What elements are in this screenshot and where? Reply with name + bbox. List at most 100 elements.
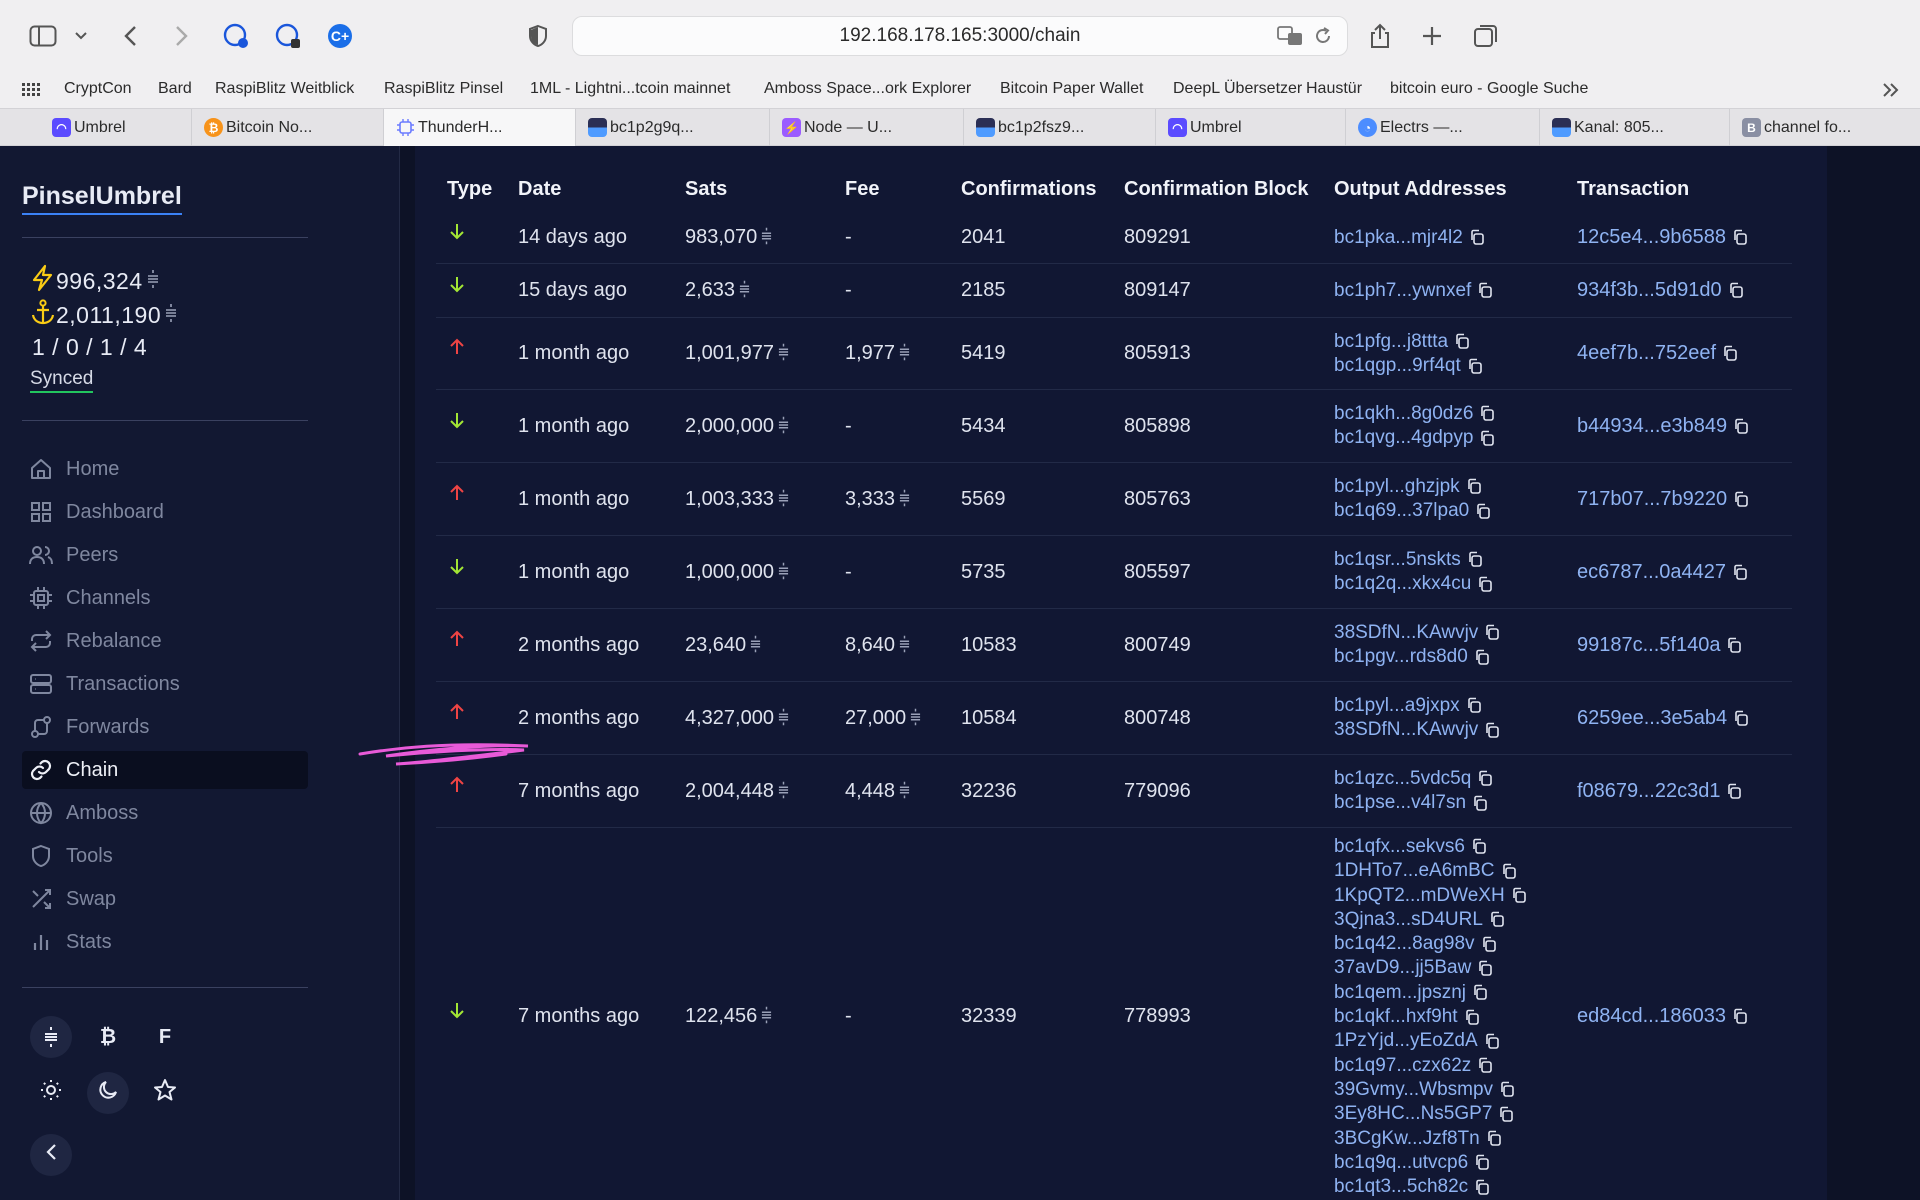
output-address[interactable]: bc1qt3...5ch82c xyxy=(1334,1175,1527,1199)
chevron-down-icon[interactable] xyxy=(72,18,90,54)
copy-icon[interactable] xyxy=(1484,722,1500,739)
copy-icon[interactable] xyxy=(1501,863,1517,880)
copy-icon[interactable] xyxy=(1732,229,1748,246)
browser-tab[interactable]: ◠ Umbrel xyxy=(1156,109,1346,146)
new-tab-icon[interactable] xyxy=(1420,18,1444,54)
copy-icon[interactable] xyxy=(1474,649,1490,666)
nav-swap[interactable]: Swap xyxy=(22,880,308,918)
output-address-link[interactable]: 1PzYjd...yEoZdA xyxy=(1334,1030,1478,1051)
bookmark-item[interactable]: CryptCon xyxy=(64,80,132,98)
output-address-link[interactable]: bc1ph7...ywnxef xyxy=(1334,280,1471,301)
copy-icon[interactable] xyxy=(1481,936,1497,953)
output-address[interactable]: bc1qgp...9rf4qt xyxy=(1334,354,1483,378)
copy-icon[interactable] xyxy=(1464,1009,1480,1026)
output-address-link[interactable]: 3Qjna3...sD4URL xyxy=(1334,909,1483,930)
extension-password-icon[interactable] xyxy=(272,18,304,54)
copy-icon[interactable] xyxy=(1728,282,1744,299)
light-theme-button[interactable] xyxy=(30,1072,72,1114)
output-address[interactable]: bc1pse...v4l7sn xyxy=(1334,791,1493,815)
output-address-link[interactable]: bc1qfx...sekvs6 xyxy=(1334,836,1465,857)
output-address[interactable]: 38SDfN...KAwvjv xyxy=(1334,718,1500,742)
output-address-link[interactable]: bc1pyl...a9jxpx xyxy=(1334,695,1460,716)
copy-icon[interactable] xyxy=(1477,282,1493,299)
transaction-cell[interactable]: 12c5e4...9b6588 xyxy=(1577,226,1748,249)
output-address[interactable]: bc1q69...37lpa0 xyxy=(1334,499,1491,523)
output-address-link[interactable]: 38SDfN...KAwvjv xyxy=(1334,719,1478,740)
copy-icon[interactable] xyxy=(1454,333,1470,350)
output-address[interactable]: bc1pyl...a9jxpx xyxy=(1334,694,1500,718)
copy-icon[interactable] xyxy=(1466,478,1482,495)
browser-tab-active[interactable]: ThunderH... xyxy=(384,109,576,146)
output-address[interactable]: 38SDfN...KAwvjv xyxy=(1334,621,1500,645)
url-text[interactable]: 192.168.178.165:3000/chain xyxy=(840,25,1081,47)
favorite-theme-button[interactable] xyxy=(144,1072,186,1114)
transaction-cell[interactable]: 717b07...7b9220 xyxy=(1577,488,1749,511)
output-address-link[interactable]: bc1q42...8ag98v xyxy=(1334,933,1475,954)
browser-tab[interactable]: B channel fo... xyxy=(1730,109,1920,146)
copy-icon[interactable] xyxy=(1475,503,1491,520)
apps-grid-icon[interactable] xyxy=(22,83,40,102)
copy-icon[interactable] xyxy=(1733,491,1749,508)
output-address[interactable]: bc1ph7...ywnxef xyxy=(1334,279,1493,303)
transaction-cell[interactable]: 6259ee...3e5ab4 xyxy=(1577,707,1749,730)
transaction-cell[interactable]: ed84cd...186033 xyxy=(1577,1005,1748,1028)
output-address-link[interactable]: 39Gvmy...Wbsmpv xyxy=(1334,1079,1493,1100)
output-address[interactable]: bc1q97...czx62z xyxy=(1334,1054,1527,1078)
output-address-link[interactable]: 1DHTo7...eA6mBC xyxy=(1334,860,1495,881)
copy-icon[interactable] xyxy=(1484,624,1500,641)
bookmark-item[interactable]: Haustür xyxy=(1306,80,1362,98)
output-address-link[interactable]: 38SDfN...KAwvjv xyxy=(1334,622,1478,643)
output-address[interactable]: bc1qem...jpsznj xyxy=(1334,981,1527,1005)
output-address-link[interactable]: bc1pse...v4l7sn xyxy=(1334,792,1466,813)
unit-btc-button[interactable]: ₿ xyxy=(87,1016,129,1058)
browser-tab[interactable]: ₿ Bitcoin No... xyxy=(192,109,384,146)
copy-icon[interactable] xyxy=(1479,430,1495,447)
copy-icon[interactable] xyxy=(1474,1154,1490,1171)
bookmark-item[interactable]: bitcoin euro - Google Suche xyxy=(1390,80,1588,98)
bookmark-item[interactable]: RaspiBlitz Pinsel xyxy=(384,80,503,98)
output-address[interactable]: bc1pfg...j8ttta xyxy=(1334,330,1483,354)
copy-icon[interactable] xyxy=(1733,418,1749,435)
output-address-link[interactable]: bc1qvg...4gdpyp xyxy=(1334,427,1473,448)
browser-tab[interactable]: bc1p2g9q... xyxy=(576,109,770,146)
bookmark-item[interactable]: Amboss Space...ork Explorer xyxy=(764,80,971,98)
bookmark-item[interactable]: Bard xyxy=(158,80,192,98)
bookmark-item[interactable]: Bitcoin Paper Wallet xyxy=(1000,80,1143,98)
transaction-cell[interactable]: 934f3b...5d91d0 xyxy=(1577,279,1744,302)
output-address[interactable]: bc1qzc...5vdc5q xyxy=(1334,767,1493,791)
tab-overview-icon[interactable] xyxy=(1472,18,1500,54)
browser-tab[interactable]: ⚡ Node — U... xyxy=(770,109,964,146)
nav-peers[interactable]: Peers xyxy=(22,536,308,574)
output-address-link[interactable]: bc1qt3...5ch82c xyxy=(1334,1176,1468,1197)
copy-icon[interactable] xyxy=(1477,1057,1493,1074)
output-address[interactable]: bc1qkf...hxf9ht xyxy=(1334,1005,1527,1029)
copy-icon[interactable] xyxy=(1471,838,1487,855)
nav-amboss[interactable]: Amboss xyxy=(22,794,308,832)
dark-theme-button[interactable] xyxy=(87,1072,129,1114)
back-icon[interactable] xyxy=(118,18,142,54)
copy-icon[interactable] xyxy=(1477,770,1493,787)
transaction-cell[interactable]: ec6787...0a4427 xyxy=(1577,561,1748,584)
copy-icon[interactable] xyxy=(1479,405,1495,422)
output-address-link[interactable]: bc1qzc...5vdc5q xyxy=(1334,768,1471,789)
transaction-cell[interactable]: f08679...22c3d1 xyxy=(1577,780,1742,803)
more-bookmarks-icon[interactable] xyxy=(1882,82,1900,103)
output-address-link[interactable]: bc1q69...37lpa0 xyxy=(1334,500,1469,521)
output-address-link[interactable]: bc1pka...mjr4l2 xyxy=(1334,227,1463,248)
browser-tab[interactable]: ◔ Electrs —... xyxy=(1346,109,1540,146)
output-address-link[interactable]: bc1q97...czx62z xyxy=(1334,1055,1471,1076)
copy-icon[interactable] xyxy=(1466,697,1482,714)
output-address[interactable]: 3Qjna3...sD4URL xyxy=(1334,908,1527,932)
transaction-cell[interactable]: 4eef7b...752eef xyxy=(1577,342,1738,365)
output-address[interactable]: bc1qvg...4gdpyp xyxy=(1334,426,1495,450)
output-address-link[interactable]: bc1qkf...hxf9ht xyxy=(1334,1006,1458,1027)
output-address-link[interactable]: 1KpQT2...mDWeXH xyxy=(1334,885,1505,906)
browser-tab[interactable]: Kanal: 805... xyxy=(1540,109,1730,146)
url-bar[interactable]: 192.168.178.165:3000/chain xyxy=(572,16,1348,56)
copy-icon[interactable] xyxy=(1486,1130,1502,1147)
copy-icon[interactable] xyxy=(1722,345,1738,362)
copy-icon[interactable] xyxy=(1472,795,1488,812)
nav-chain[interactable]: Chain xyxy=(22,751,308,789)
output-address[interactable]: 3BCgKw...Jzf8Tn xyxy=(1334,1127,1527,1151)
copy-icon[interactable] xyxy=(1467,551,1483,568)
